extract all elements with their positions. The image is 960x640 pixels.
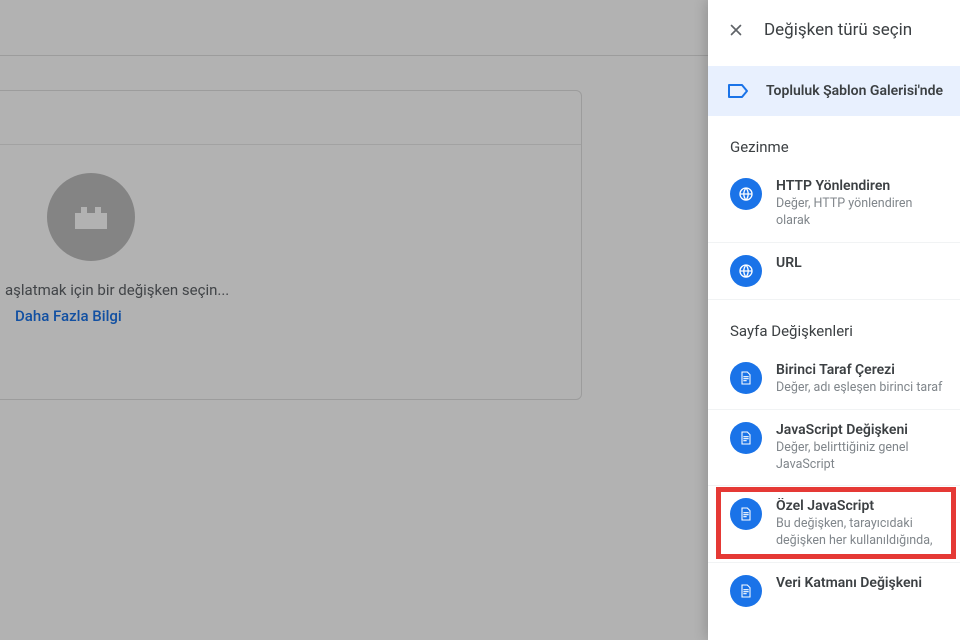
type-row-url[interactable]: URL <box>708 243 960 300</box>
document-icon <box>730 498 762 530</box>
type-desc: Bu değişken, tarayıcıdaki değişken her k… <box>776 516 946 550</box>
type-desc: Değer, adı eşleşen birinci taraf <box>776 380 946 397</box>
globe-icon <box>730 178 762 210</box>
panel-title: Değişken türü seçin <box>764 20 912 40</box>
gallery-tag-icon <box>722 74 756 108</box>
type-row-custom-javascript[interactable]: Özel JavaScript Bu değişken, tarayıcıdak… <box>708 486 960 563</box>
panel-header: Değişken türü seçin <box>708 0 960 60</box>
type-row-http-referrer[interactable]: HTTP Yönlendiren Değer, HTTP yönlendiren… <box>708 166 960 243</box>
community-gallery-row[interactable]: Topluluk Şablon Galerisi'nde <box>708 66 960 116</box>
variable-type-panel: Değişken türü seçin Topluluk Şablon Gale… <box>708 0 960 640</box>
panel-scroll: Gezinme HTTP Yönlendiren Değer, HTTP yön… <box>708 116 960 619</box>
globe-icon <box>730 255 762 287</box>
section-header-page-variables: Sayfa Değişkenleri <box>708 300 960 350</box>
type-title: JavaScript Değişkeni <box>776 422 946 438</box>
document-icon <box>730 575 762 607</box>
document-icon <box>730 362 762 394</box>
gallery-label: Topluluk Şablon Galerisi'nde <box>766 83 943 99</box>
type-title: Birinci Taraf Çerezi <box>776 362 946 378</box>
close-button[interactable] <box>716 10 756 50</box>
type-title: URL <box>776 255 946 271</box>
type-title: HTTP Yönlendiren <box>776 178 946 194</box>
type-title: Veri Katmanı Değişkeni <box>776 575 946 591</box>
type-row-javascript-variable[interactable]: JavaScript Değişkeni Değer, belirttiğini… <box>708 410 960 487</box>
section-header-navigation: Gezinme <box>708 116 960 166</box>
type-desc: Değer, HTTP yönlendiren olarak <box>776 196 946 230</box>
type-row-first-party-cookie[interactable]: Birinci Taraf Çerezi Değer, adı eşleşen … <box>708 350 960 410</box>
type-desc: Değer, belirttiğiniz genel JavaScript <box>776 440 946 474</box>
type-row-data-layer-variable[interactable]: Veri Katmanı Değişkeni <box>708 563 960 619</box>
close-icon <box>727 21 745 39</box>
type-title: Özel JavaScript <box>776 498 946 514</box>
document-icon <box>730 422 762 454</box>
